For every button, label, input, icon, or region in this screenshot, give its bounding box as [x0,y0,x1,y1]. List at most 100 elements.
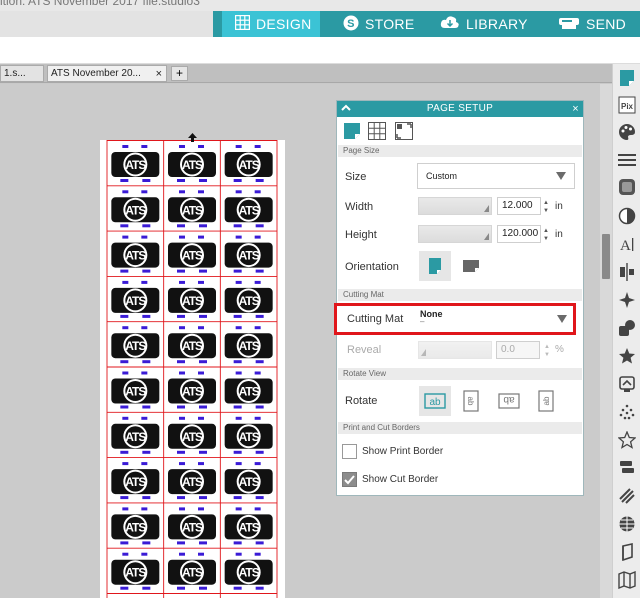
ats-design[interactable]: ATS [168,190,216,228]
fill-pattern-icon[interactable] [617,177,637,197]
replicate-icon[interactable] [617,290,637,310]
accent-dash [198,552,204,556]
close-icon[interactable]: × [156,68,162,80]
ats-design[interactable]: ATS [168,326,216,364]
modify-icon[interactable] [617,318,637,338]
show-print-border-checkbox[interactable] [342,444,357,459]
ats-design[interactable]: ATS [111,507,160,545]
tab-registration[interactable] [393,121,415,141]
ats-design[interactable]: ATS [224,190,273,228]
ats-design[interactable]: ATS [168,416,216,454]
sketch-dots-icon[interactable] [617,402,637,422]
ats-design[interactable]: ATS [111,280,160,318]
align-icon[interactable] [617,262,637,282]
rotate-label: Rotate [345,395,378,407]
ats-design[interactable]: ATS [224,326,273,364]
ats-design[interactable]: ATS [168,280,216,318]
shape-3d-icon[interactable] [617,542,637,562]
width-slider[interactable] [418,197,492,215]
ats-design[interactable]: ATS [224,416,273,454]
rotate-0-icon: ab [424,393,446,409]
star-outline-icon[interactable] [617,430,637,450]
document-tab-active[interactable]: ATS November 20... × [47,65,167,82]
page-setup-icon[interactable] [617,68,637,88]
monogram-text: ATS [182,385,203,399]
send-tab-button[interactable]: SEND [558,11,626,37]
cutting-mat-dropdown[interactable]: None – [417,306,575,332]
ats-design[interactable]: ATS [111,371,160,409]
scrollbar-thumb[interactable] [602,234,610,279]
design-tab-button[interactable]: DESIGN [222,11,320,37]
layers-icon[interactable] [617,458,637,478]
globe-icon[interactable] [617,514,637,534]
monogram-text: ATS [182,203,203,217]
ats-design[interactable]: ATS [224,371,273,409]
height-stepper[interactable]: ▲ ▼ [542,227,550,245]
ats-design[interactable]: ATS [111,145,160,182]
design-page[interactable]: ATS ATS ATS ATS ATS ATS ATS ATS ATS ATS ATS ATS ATS A… [100,140,285,598]
ats-design[interactable]: ATS [111,416,160,454]
palette-icon[interactable] [617,122,637,142]
ats-design[interactable]: ATS [224,552,273,590]
rotate-180-button[interactable]: ab [493,386,525,416]
reveal-slider[interactable] [418,341,492,359]
ats-design[interactable]: ATS [224,280,273,318]
close-icon[interactable]: × [572,101,579,117]
rotate-handle-icon[interactable] [188,129,197,142]
ats-design[interactable]: ATS [111,326,160,364]
tab-grid[interactable] [366,121,388,141]
monogram-text: ATS [239,566,260,580]
rotate-90-button[interactable]: ab [455,386,487,416]
landscape-button[interactable] [455,251,487,281]
height-input[interactable]: 120.000 [497,225,541,243]
ats-design[interactable]: ATS [111,552,160,590]
ats-design[interactable]: ATS [224,235,273,273]
trace-icon[interactable] [617,374,637,394]
add-tab-button[interactable]: + [171,66,188,81]
width-stepper[interactable]: ▲ ▼ [542,199,550,217]
svg-text:ab: ab [429,397,441,408]
library-tab-button[interactable]: LIBRARY [440,11,528,37]
height-slider[interactable] [418,225,492,243]
ats-design[interactable]: ATS [168,462,216,500]
size-dropdown[interactable]: Custom [417,163,575,189]
ats-design[interactable]: ATS [168,552,216,590]
rotate-0-button[interactable]: ab [419,386,451,416]
sketch-lines-icon[interactable] [617,486,637,506]
ats-design[interactable]: ATS [168,235,216,273]
design-grid[interactable]: ATS ATS ATS ATS ATS ATS ATS ATS ATS ATS ATS ATS ATS A… [100,140,285,598]
ats-design[interactable]: ATS [224,507,273,545]
pixscan-icon[interactable]: Pix [617,95,637,115]
vertical-scrollbar[interactable] [600,84,612,598]
tab-page-setup[interactable] [341,121,363,141]
collapse-icon[interactable] [340,102,352,114]
line-style-icon[interactable] [617,150,637,170]
accent-dash [255,450,264,454]
rotate-270-button[interactable]: ab [530,386,562,416]
landscape-icon [463,260,479,272]
chevron-down-icon [557,315,567,323]
width-input[interactable]: 12.000 [497,197,541,215]
cutter-machine-icon [558,16,580,33]
ats-design[interactable]: ATS [168,507,216,545]
portrait-button[interactable] [419,251,451,281]
document-tab[interactable]: 1.s... [0,65,44,82]
ats-design[interactable]: ATS [111,235,160,273]
contrast-icon[interactable] [617,206,637,226]
store-tab-button[interactable]: S STORE [343,11,414,37]
ats-design[interactable]: ATS [168,371,216,409]
star-icon[interactable] [617,346,637,366]
accent-dash [179,280,185,284]
ats-design[interactable]: ATS [224,145,273,182]
show-cut-border-checkbox[interactable] [342,472,357,487]
ats-design[interactable]: ATS [168,145,216,182]
reveal-input[interactable]: 0.0 [496,341,540,359]
ats-design[interactable]: ATS [111,190,160,228]
text-style-icon[interactable]: A [617,234,637,254]
reveal-stepper[interactable]: ▲ ▼ [543,343,551,361]
checkmark-icon [344,475,355,485]
map-fold-icon[interactable] [617,570,637,590]
ats-design[interactable]: ATS [111,462,160,500]
ats-design[interactable]: ATS [224,462,273,500]
store-s-icon: S [343,15,359,34]
